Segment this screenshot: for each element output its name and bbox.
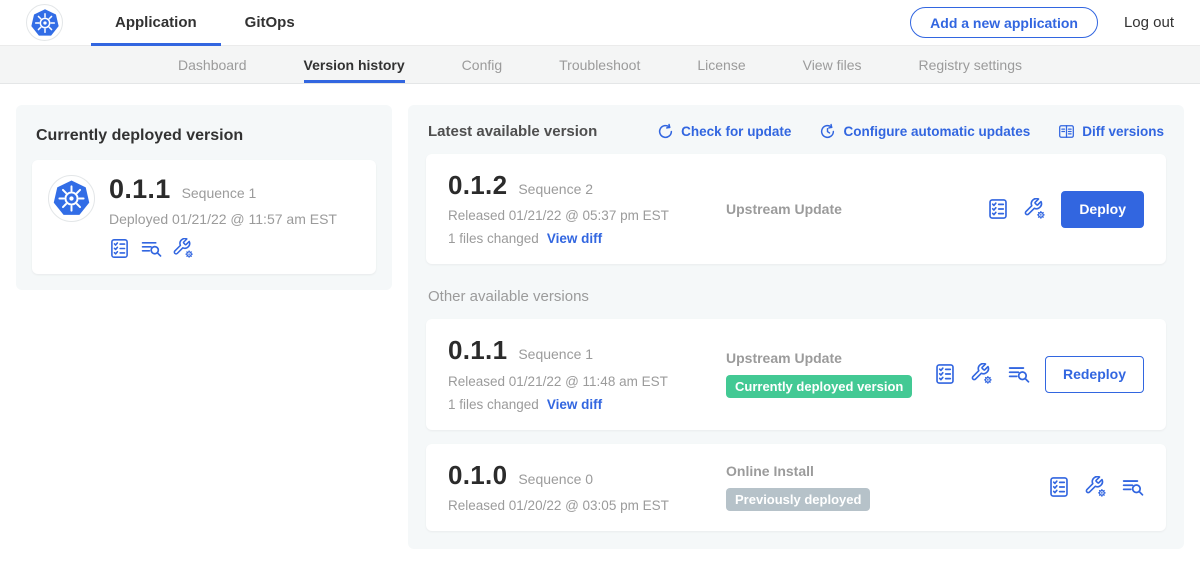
version-actions: Redeploy xyxy=(934,356,1144,393)
other-versions-title: Other available versions xyxy=(428,288,1164,305)
subnav-license[interactable]: License xyxy=(697,46,745,83)
version-source-cell: Online Install Previously deployed xyxy=(700,463,1048,511)
main-nav-tabs: Application GitOps xyxy=(91,0,319,46)
sequence-label: Sequence 1 xyxy=(518,346,593,362)
check-for-update-label: Check for update xyxy=(681,124,791,139)
add-application-button[interactable]: Add a new application xyxy=(910,7,1098,38)
deployed-version-number: 0.1.1 xyxy=(109,175,171,203)
version-number: 0.1.1 xyxy=(448,337,507,364)
search-lines-icon[interactable] xyxy=(141,238,162,259)
wrench-gear-icon[interactable] xyxy=(1024,198,1046,220)
tab-application-label: Application xyxy=(115,14,197,31)
deploy-button[interactable]: Deploy xyxy=(1061,191,1144,228)
version-info: 0.1.0 Sequence 0 Released 01/20/22 @ 03:… xyxy=(448,462,700,513)
app-subnav: Dashboard Version history Config Trouble… xyxy=(0,46,1200,84)
version-number: 0.1.0 xyxy=(448,462,507,489)
subnav-troubleshoot[interactable]: Troubleshoot xyxy=(559,46,640,83)
version-card-latest: 0.1.2 Sequence 2 Released 01/21/22 @ 05:… xyxy=(426,154,1166,264)
deployed-sequence-label: Sequence 1 xyxy=(182,185,257,201)
checklist-icon[interactable] xyxy=(987,198,1009,220)
search-lines-icon[interactable] xyxy=(1122,476,1144,498)
released-timestamp: Released 01/20/22 @ 03:05 pm EST xyxy=(448,498,700,513)
top-right-actions: Add a new application Log out xyxy=(910,7,1174,38)
kubernetes-logo-icon xyxy=(30,8,60,38)
clock-refresh-icon xyxy=(819,123,836,140)
tab-application[interactable]: Application xyxy=(91,0,221,46)
subnav-view-files-label: View files xyxy=(803,57,862,73)
tab-gitops-label: GitOps xyxy=(245,14,295,31)
kubernetes-logo-icon xyxy=(52,179,91,218)
checklist-icon[interactable] xyxy=(1048,476,1070,498)
versions-panel-links: Check for update Configure automatic upd… xyxy=(629,123,1164,140)
logout-button[interactable]: Log out xyxy=(1124,14,1174,31)
currently-deployed-badge: Currently deployed version xyxy=(726,375,912,398)
configure-automatic-updates-link[interactable]: Configure automatic updates xyxy=(819,123,1030,140)
checklist-icon[interactable] xyxy=(934,363,956,385)
version-number: 0.1.2 xyxy=(448,172,507,199)
currently-deployed-panel: Currently deployed version 0.1.1 Sequenc… xyxy=(16,105,392,290)
version-source-cell: Upstream Update Currently deployed versi… xyxy=(700,350,934,398)
version-actions: Deploy xyxy=(987,191,1144,228)
wrench-gear-icon[interactable] xyxy=(971,363,993,385)
version-source-cell: Upstream Update xyxy=(700,201,987,217)
subnav-config[interactable]: Config xyxy=(462,46,502,83)
version-actions xyxy=(1048,476,1144,498)
version-history-panel: Latest available version Check for updat… xyxy=(408,105,1184,549)
deployed-panel-title: Currently deployed version xyxy=(36,127,376,145)
top-nav-bar: Application GitOps Add a new application… xyxy=(0,0,1200,46)
versions-panel-header: Latest available version Check for updat… xyxy=(428,123,1164,140)
wrench-gear-icon[interactable] xyxy=(173,238,194,259)
latest-available-title: Latest available version xyxy=(428,123,597,140)
view-diff-link[interactable]: View diff xyxy=(547,231,602,246)
search-lines-icon[interactable] xyxy=(1008,363,1030,385)
subnav-dashboard-label: Dashboard xyxy=(178,57,247,73)
sequence-label: Sequence 2 xyxy=(518,181,593,197)
files-changed-label: 1 files changed xyxy=(448,231,539,246)
deployed-app-avatar xyxy=(48,175,95,222)
version-info: 0.1.2 Sequence 2 Released 01/21/22 @ 05:… xyxy=(448,172,700,246)
diff-columns-icon xyxy=(1058,123,1075,140)
version-card-0-1-0: 0.1.0 Sequence 0 Released 01/20/22 @ 03:… xyxy=(426,444,1166,531)
version-source-label: Online Install xyxy=(726,463,1048,479)
deployed-icon-actions xyxy=(109,238,337,259)
check-for-update-link[interactable]: Check for update xyxy=(657,123,791,140)
version-source-label: Upstream Update xyxy=(726,201,987,217)
deployed-timestamp: Deployed 01/21/22 @ 11:57 am EST xyxy=(109,211,337,227)
version-info: 0.1.1 Sequence 1 Released 01/21/22 @ 11:… xyxy=(448,337,700,411)
subnav-registry-settings[interactable]: Registry settings xyxy=(919,46,1022,83)
tab-gitops[interactable]: GitOps xyxy=(221,0,319,46)
wrench-gear-icon[interactable] xyxy=(1085,476,1107,498)
released-timestamp: Released 01/21/22 @ 05:37 pm EST xyxy=(448,208,700,223)
subnav-license-label: License xyxy=(697,57,745,73)
refresh-icon xyxy=(657,123,674,140)
sequence-label: Sequence 0 xyxy=(518,471,593,487)
main-content: Currently deployed version 0.1.1 Sequenc… xyxy=(0,84,1200,570)
deployed-version-card: 0.1.1 Sequence 1 Deployed 01/21/22 @ 11:… xyxy=(32,160,376,274)
checklist-icon[interactable] xyxy=(109,238,130,259)
deployed-version-info: 0.1.1 Sequence 1 Deployed 01/21/22 @ 11:… xyxy=(109,175,337,259)
subnav-troubleshoot-label: Troubleshoot xyxy=(559,57,640,73)
subnav-version-history[interactable]: Version history xyxy=(304,46,405,83)
redeploy-button[interactable]: Redeploy xyxy=(1045,356,1144,393)
view-diff-link[interactable]: View diff xyxy=(547,397,602,412)
version-card-0-1-1: 0.1.1 Sequence 1 Released 01/21/22 @ 11:… xyxy=(426,319,1166,429)
subnav-version-history-label: Version history xyxy=(304,57,405,73)
released-timestamp: Released 01/21/22 @ 11:48 am EST xyxy=(448,374,700,389)
subnav-view-files[interactable]: View files xyxy=(803,46,862,83)
diff-versions-label: Diff versions xyxy=(1082,124,1164,139)
files-changed-label: 1 files changed xyxy=(448,397,539,412)
previously-deployed-badge: Previously deployed xyxy=(726,488,870,511)
subnav-registry-settings-label: Registry settings xyxy=(919,57,1022,73)
configure-automatic-updates-label: Configure automatic updates xyxy=(843,124,1030,139)
app-logo-avatar xyxy=(26,4,63,41)
version-source-label: Upstream Update xyxy=(726,350,934,366)
subnav-dashboard[interactable]: Dashboard xyxy=(178,46,247,83)
diff-versions-link[interactable]: Diff versions xyxy=(1058,123,1164,140)
subnav-config-label: Config xyxy=(462,57,502,73)
